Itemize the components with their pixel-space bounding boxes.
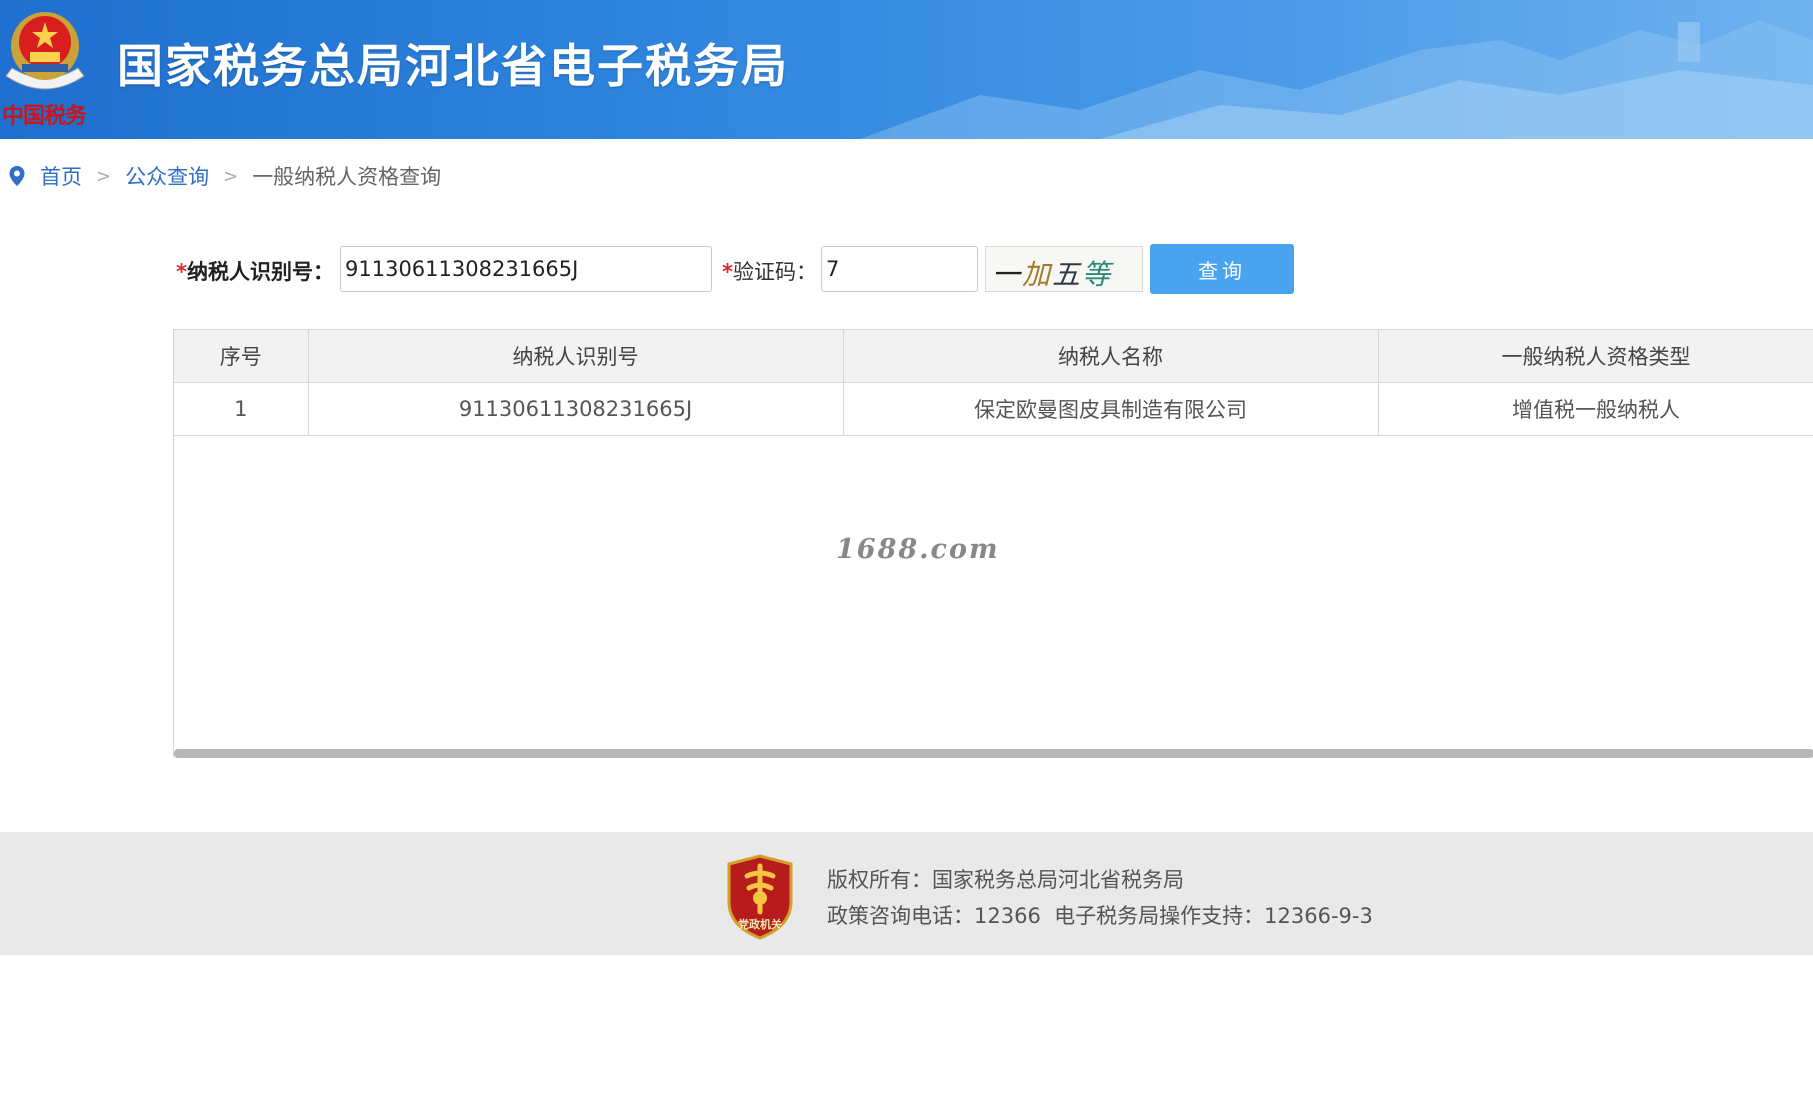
party-government-badge-icon: 党政机关	[727, 854, 793, 940]
footer: 党政机关 版权所有：国家税务总局河北省税务局 政策咨询电话：12366 电子税务…	[0, 832, 1813, 955]
badge-text: 党政机关	[738, 917, 782, 931]
required-mark: *	[176, 260, 187, 284]
footer-contact: 政策咨询电话：12366 电子税务局操作支持：12366-9-3	[827, 904, 1373, 928]
breadcrumb: 首页 > 公众查询 > 一般纳税人资格查询	[8, 162, 441, 190]
cell-taxpayer-name: 保定欧曼图皮具制造有限公司	[843, 382, 1379, 436]
breadcrumb-separator: >	[223, 165, 239, 187]
tax-emblem-icon	[5, 12, 85, 90]
breadcrumb-public-query-link[interactable]: 公众查询	[125, 161, 209, 191]
column-header-qualification-type: 一般纳税人资格类型	[1378, 330, 1813, 383]
table-row: 1 91130611308231665J 保定欧曼图皮具制造有限公司 增值税一般…	[174, 382, 1813, 436]
cell-taxpayer-id: 91130611308231665J	[308, 382, 844, 436]
location-pin-icon	[9, 166, 25, 186]
results-table: 序号 纳税人识别号 纳税人名称 一般纳税人资格类型 1 911306113082…	[174, 330, 1813, 436]
required-mark: *	[722, 260, 733, 284]
horizontal-scrollbar[interactable]	[174, 749, 1813, 758]
table-header-row: 序号 纳税人识别号 纳税人名称 一般纳税人资格类型	[174, 330, 1813, 383]
query-button[interactable]: 查询	[1150, 244, 1294, 294]
breadcrumb-current-page: 一般纳税人资格查询	[252, 165, 442, 189]
site-title: 国家税务总局河北省电子税务局	[117, 39, 789, 93]
column-header-taxpayer-id: 纳税人识别号	[308, 330, 844, 383]
footer-info: 版权所有：国家税务总局河北省税务局 政策咨询电话：12366 电子税务局操作支持…	[827, 862, 1373, 934]
cell-qualification-type: 增值税一般纳税人	[1378, 382, 1813, 436]
captcha-char: 加	[1022, 258, 1053, 291]
captcha-image-text: 一加五等于	[992, 253, 1142, 291]
breadcrumb-home-link[interactable]: 首页	[40, 161, 82, 191]
footer-copyright: 版权所有：国家税务总局河北省税务局	[827, 868, 1184, 892]
taxpayer-id-label-text: 纳税人识别号：	[186, 260, 334, 284]
breadcrumb-separator: >	[96, 165, 112, 187]
taxpayer-id-label: *纳税人识别号：	[176, 256, 334, 286]
taxpayer-id-input[interactable]	[340, 246, 712, 292]
column-header-taxpayer-name: 纳税人名称	[843, 330, 1379, 383]
captcha-label-text: 验证码：	[732, 260, 817, 284]
cell-index: 1	[174, 382, 309, 436]
column-header-index: 序号	[174, 330, 309, 383]
captcha-image[interactable]: 一加五等于	[985, 246, 1143, 292]
captcha-char: 一	[992, 258, 1023, 291]
header-banner: 中国税务 国家税务总局河北省电子税务局	[0, 0, 1813, 139]
captcha-label: *验证码：	[722, 256, 817, 286]
china-tax-logo-text: 中国税务	[2, 103, 87, 129]
captcha-char: 等	[1082, 258, 1113, 291]
watermark-text: 1688.com	[836, 534, 1000, 565]
captcha-char: 五	[1052, 258, 1083, 291]
captcha-input[interactable]	[821, 246, 978, 292]
